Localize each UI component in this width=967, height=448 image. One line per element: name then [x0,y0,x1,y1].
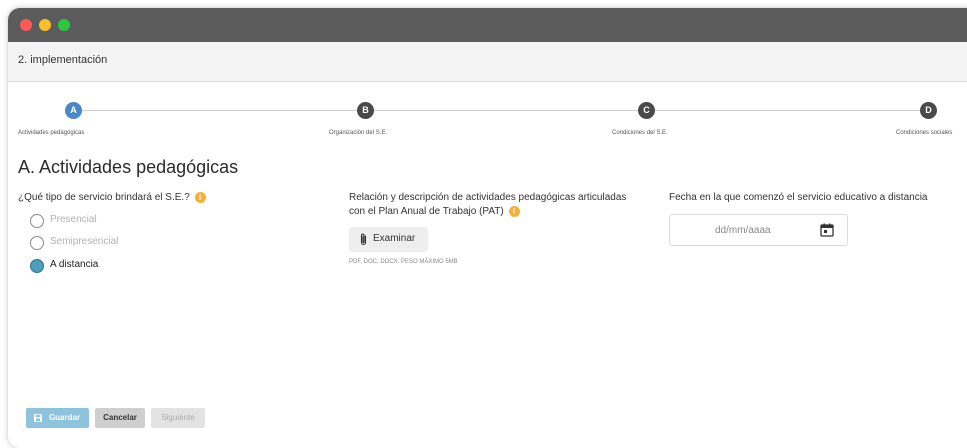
section-title: A. Actividades pedagógicas [18,157,239,177]
radio-label: Semipresencial [50,236,119,247]
file-hint: PDF, DOC, DOCX. PESO MÁXIMO 5MB [349,259,458,265]
minimize-window-button[interactable] [39,19,51,31]
upload-question-line2: con el Plan Anual de Trabajo (PAT) [349,206,504,217]
start-date-label: Fecha en la que comenzó el servicio educ… [669,192,928,203]
step-a-label[interactable]: Actividades pedagógicas [18,130,84,136]
paperclip-icon [360,233,367,246]
app-window: 2. implementación A B C D Actividades pe… [8,8,967,448]
upload-question-line2-row: con el Plan Anual de Trabajo (PAT) i [349,205,626,219]
page-header: 2. implementación [8,42,967,82]
radio-circle[interactable] [30,214,44,228]
service-type-question: ¿Qué tipo de servicio brindará el S.E.? … [18,191,206,205]
next-button[interactable]: Siguiente [151,408,205,428]
radio-circle-checked[interactable] [30,259,44,273]
step-b-label[interactable]: Organización del S.E. [329,130,387,136]
save-label: Guardar [48,413,81,422]
step-d-circle[interactable]: D [920,102,937,119]
service-type-question-text: ¿Qué tipo de servicio brindará el S.E.? [18,192,190,203]
step-connector [374,110,639,111]
radio-label: Presencial [50,214,97,225]
radio-label: A distancia [50,259,99,270]
maximize-window-button[interactable] [58,19,70,31]
radio-circle[interactable] [30,236,44,250]
step-connector [82,110,358,111]
info-icon[interactable]: i [508,205,520,217]
close-window-button[interactable] [20,19,32,31]
upload-question: Relación y descripción de actividades pe… [349,191,626,219]
step-c-circle[interactable]: C [638,102,655,119]
floppy-disk-icon [34,414,42,422]
stepper: A B C D Actividades pedagógicas Organiza… [8,81,967,151]
step-d-label[interactable]: Condiciones sociales [896,130,952,136]
date-placeholder: dd/mm/aaaa [715,225,771,236]
upload-question-line1: Relación y descripción de actividades pe… [349,192,627,203]
step-a-circle[interactable]: A [65,102,82,119]
start-date-input[interactable]: dd/mm/aaaa [669,214,848,246]
examinar-label: Examinar [373,233,416,244]
step-b-circle[interactable]: B [357,102,374,119]
save-button[interactable]: Guardar [26,408,89,428]
window-titlebar [8,8,967,42]
step-connector [655,110,921,111]
calendar-icon[interactable] [820,223,834,237]
cancel-button[interactable]: Cancelar [95,408,145,428]
examinar-button[interactable]: Examinar [349,227,428,252]
info-icon[interactable]: i [194,191,206,203]
page-header-title: 2. implementación [18,54,108,66]
step-c-label[interactable]: Condiciones del S.E. [612,130,668,136]
